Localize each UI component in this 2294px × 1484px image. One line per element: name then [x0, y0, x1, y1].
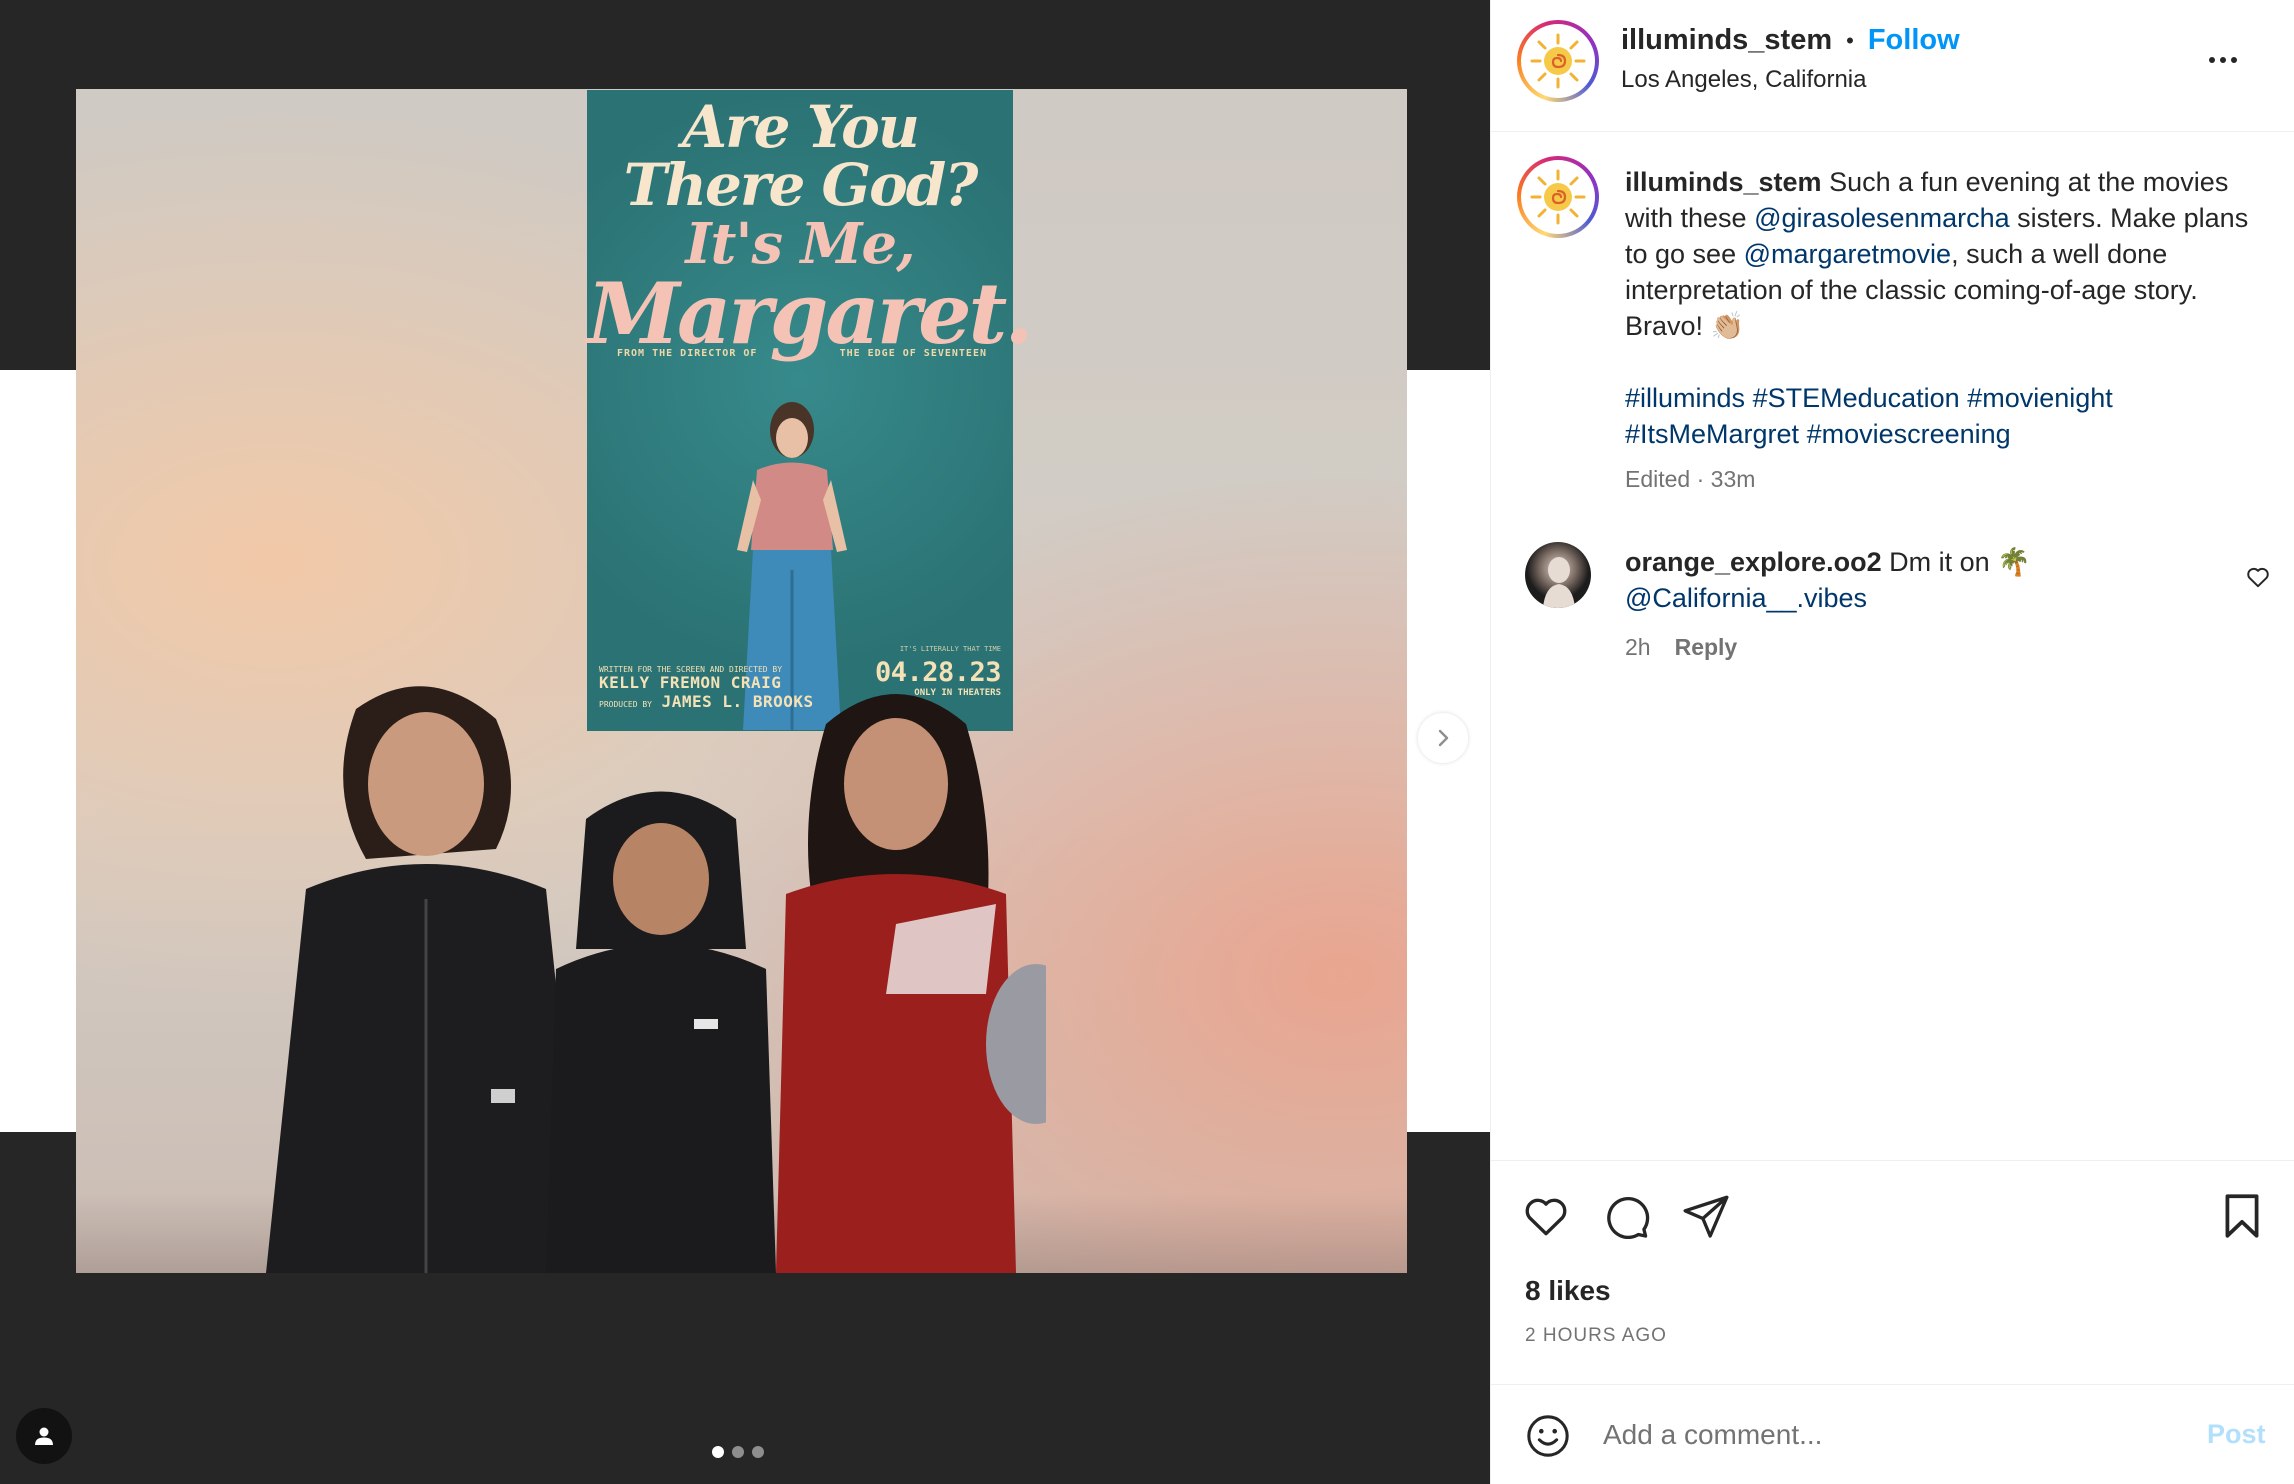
person-middle [546, 791, 776, 1273]
more-icon [2209, 57, 2215, 63]
comment: orange_explore.oo2 Dm it on 🌴 @Californi… [1625, 547, 2031, 613]
heart-icon[interactable] [2245, 564, 2271, 590]
more-options-button[interactable] [2201, 48, 2245, 72]
mention-link[interactable]: @California__.vibes [1625, 583, 1867, 613]
instagram-post-view: Are You There God? It's Me, Margaret. FR… [0, 0, 2294, 1484]
comment-input[interactable] [1603, 1409, 2163, 1461]
author-row: illuminds_stem • Follow [1621, 24, 1960, 57]
sun-logo-icon [1530, 169, 1586, 225]
sun-logo-icon [1530, 33, 1586, 89]
post-timestamp[interactable]: 2 HOURS AGO [1525, 1325, 1667, 1347]
hashtag-link[interactable]: #movienight [1967, 383, 2113, 413]
mention-link[interactable]: @margaretmovie [1744, 239, 1951, 269]
follow-button[interactable]: Follow [1868, 24, 1960, 57]
author-username[interactable]: illuminds_stem [1621, 24, 1832, 57]
post-caption: illuminds_stem Such a fun evening at the… [1625, 164, 2265, 452]
mention-link[interactable]: @girasolesenmarcha [1754, 203, 2010, 233]
caption-author-avatar[interactable] [1517, 156, 1599, 238]
comment-time[interactable]: 2h [1625, 634, 1651, 661]
post-photo[interactable]: Are You There God? It's Me, Margaret. FR… [76, 89, 1407, 1273]
hashtag-list: #illuminds #STEMeducation #movienight #I… [1625, 380, 2265, 452]
hashtag-link[interactable]: #moviescreening [1807, 419, 2011, 449]
poster-title: Are You There God? It's Me, Margaret. [587, 93, 1034, 363]
share-icon[interactable] [1681, 1191, 1731, 1241]
next-media-button[interactable] [1418, 713, 1468, 763]
poster-credit: FROM THE DIRECTOR OF THE EDGE OF SEVENTE… [617, 348, 987, 359]
hashtag-link[interactable]: #illuminds [1625, 383, 1745, 413]
carousel-dot-3 [752, 1446, 764, 1458]
user-tag-icon [35, 1427, 53, 1445]
caption-meta: Edited · 33m [1625, 466, 1756, 492]
media-pane: Are You There God? It's Me, Margaret. FR… [0, 0, 1490, 1484]
caption-username[interactable]: illuminds_stem [1625, 167, 1822, 197]
emoji-icon[interactable] [1525, 1413, 1571, 1459]
comment-meta: 2h Reply [1625, 634, 1737, 661]
carousel-dot-2 [732, 1446, 744, 1458]
post-header: illuminds_stem • Follow Los Angeles, Cal… [1491, 0, 2294, 132]
poster-title-line-3: Margaret. [587, 264, 1034, 363]
movie-poster: Are You There God? It's Me, Margaret. FR… [587, 90, 1034, 731]
post-comment-button[interactable]: Post [2207, 1419, 2266, 1450]
post-sidebar: illuminds_stem • Follow Los Angeles, Cal… [1490, 0, 2294, 1484]
post-location[interactable]: Los Angeles, California [1621, 66, 1866, 94]
person-right [776, 694, 1046, 1273]
carousel-dot-1 [712, 1446, 724, 1458]
author-avatar[interactable] [1517, 20, 1599, 102]
chevron-right-icon [1438, 729, 1449, 747]
tagged-users-button[interactable] [16, 1408, 72, 1464]
bookmark-icon[interactable] [2217, 1191, 2267, 1241]
reply-button[interactable]: Reply [1675, 634, 1738, 661]
like-count[interactable]: 8 likes [1525, 1275, 1611, 1307]
hashtag-link[interactable]: #STEMeducation [1753, 383, 1960, 413]
commenter-username[interactable]: orange_explore.oo2 [1625, 547, 1882, 577]
carousel-indicator [712, 1446, 764, 1458]
hashtag-link[interactable]: #ItsMeMargret [1625, 419, 1799, 449]
poster-title-line-1: Are You There God? [623, 93, 979, 219]
comment-icon[interactable] [1601, 1191, 1651, 1241]
post-actions: 8 likes 2 HOURS AGO [1491, 1160, 2294, 1384]
comment-composer: Post [1491, 1384, 2294, 1484]
heart-icon[interactable] [1521, 1191, 1571, 1241]
separator-dot: • [1846, 27, 1854, 53]
commenter-avatar[interactable] [1525, 542, 1591, 608]
caption-time[interactable]: 33m [1711, 466, 1756, 492]
person-left [266, 686, 586, 1273]
